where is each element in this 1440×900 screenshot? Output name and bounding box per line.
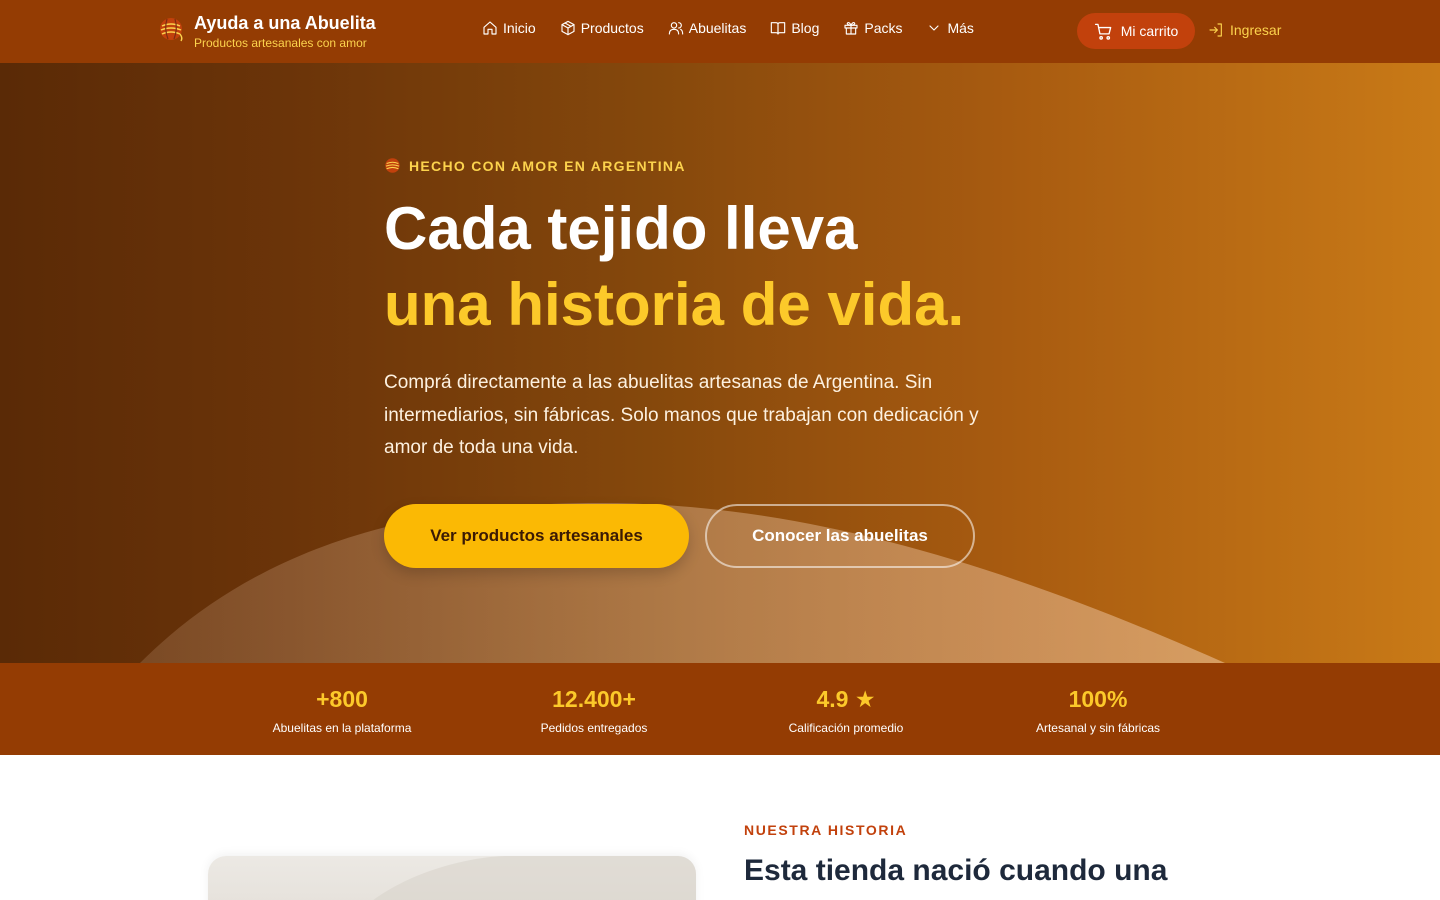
brand[interactable]: Ayuda a una Abuelita Productos artesanal… [158, 12, 376, 51]
brand-subtitle: Productos artesanales con amor [194, 36, 367, 50]
meet-abuelitas-button[interactable]: Conocer las abuelitas [705, 504, 975, 568]
nav-item-productos[interactable]: Productos [560, 20, 644, 36]
login-link[interactable]: Ingresar [1208, 22, 1281, 38]
nav-item-blog[interactable]: Blog [770, 20, 819, 36]
stat-label: Abuelitas en la plataforma [272, 721, 412, 735]
nav-item-label: Productos [580, 20, 644, 36]
nav-item-abuelitas[interactable]: Abuelitas [668, 20, 747, 36]
nav-item-label: Blog [791, 20, 820, 36]
stat-label: Artesanal y sin fábricas [1035, 721, 1161, 735]
yarn-ball-icon [385, 158, 400, 173]
stat-label: Pedidos entregados [540, 721, 648, 735]
stats-bar: +800 Abuelitas en la plataforma 12.400+ … [0, 663, 1440, 755]
stat-value: +800 [316, 686, 368, 712]
stat-value: 4.9 ★ [816, 686, 876, 712]
brand-text: Ayuda a una Abuelita Productos artesanal… [194, 12, 376, 51]
cart-icon [1094, 23, 1112, 40]
view-products-button[interactable]: Ver productos artesanales [384, 504, 689, 568]
stat-item: +800 Abuelitas en la plataforma [232, 685, 452, 735]
nav-item-label: Abuelitas [688, 20, 747, 36]
hero-eyebrow-text: HECHO CON AMOR EN ARGENTINA [409, 157, 686, 174]
stat-item: 100% Artesanal y sin fábricas [988, 685, 1208, 735]
login-icon [1209, 23, 1222, 37]
hero-eyebrow: HECHO CON AMOR EN ARGENTINA [384, 157, 686, 174]
hero-title-line1: Cada tejido lleva [384, 195, 858, 262]
hero-background-mound [140, 503, 1225, 663]
nav-item-label: Packs [864, 20, 903, 36]
home-icon [483, 21, 497, 35]
hero-section: HECHO CON AMOR EN ARGENTINA Cada tejido … [0, 63, 1440, 663]
stat-item: 12.400+ Pedidos entregados [484, 685, 704, 735]
chevron-down-icon [929, 25, 940, 31]
hero-title-line2: una historia de vida. [384, 271, 965, 338]
nav-item-mas[interactable]: Más [926, 20, 974, 36]
gift-icon [844, 22, 858, 35]
main-nav: Inicio Productos Abuelitas Blog Packs Má… [482, 20, 974, 36]
navbar: Ayuda a una Abuelita Productos artesanal… [0, 0, 1440, 63]
box-icon [561, 20, 575, 36]
story-eyebrow: NUESTRA HISTORIA [744, 822, 908, 838]
cart-label: Mi carrito [1120, 23, 1179, 39]
brand-title: Ayuda a una Abuelita [194, 13, 376, 33]
nav-item-label: Inicio [503, 20, 536, 36]
stat-item: 4.9 ★ Calificación promedio [736, 685, 956, 735]
stat-label: Calificación promedio [788, 721, 904, 735]
story-photo-placeholder [373, 856, 696, 900]
hero-paragraph: Comprá directamente a las abuelitas arte… [384, 372, 979, 458]
users-icon [668, 22, 683, 35]
nav-item-packs[interactable]: Packs [843, 20, 902, 36]
book-icon [771, 22, 786, 35]
login-label: Ingresar [1230, 22, 1282, 38]
nav-item-label: Más [947, 20, 974, 36]
yarn-ball-icon [160, 18, 183, 42]
stat-value: 12.400+ [552, 686, 636, 712]
cart-button[interactable]: Mi carrito [1077, 13, 1195, 49]
story-title: Esta tienda nació cuando una [744, 854, 1168, 887]
story-image [208, 856, 696, 900]
nav-item-inicio[interactable]: Inicio [482, 20, 536, 36]
stat-value: 100% [1068, 686, 1128, 712]
